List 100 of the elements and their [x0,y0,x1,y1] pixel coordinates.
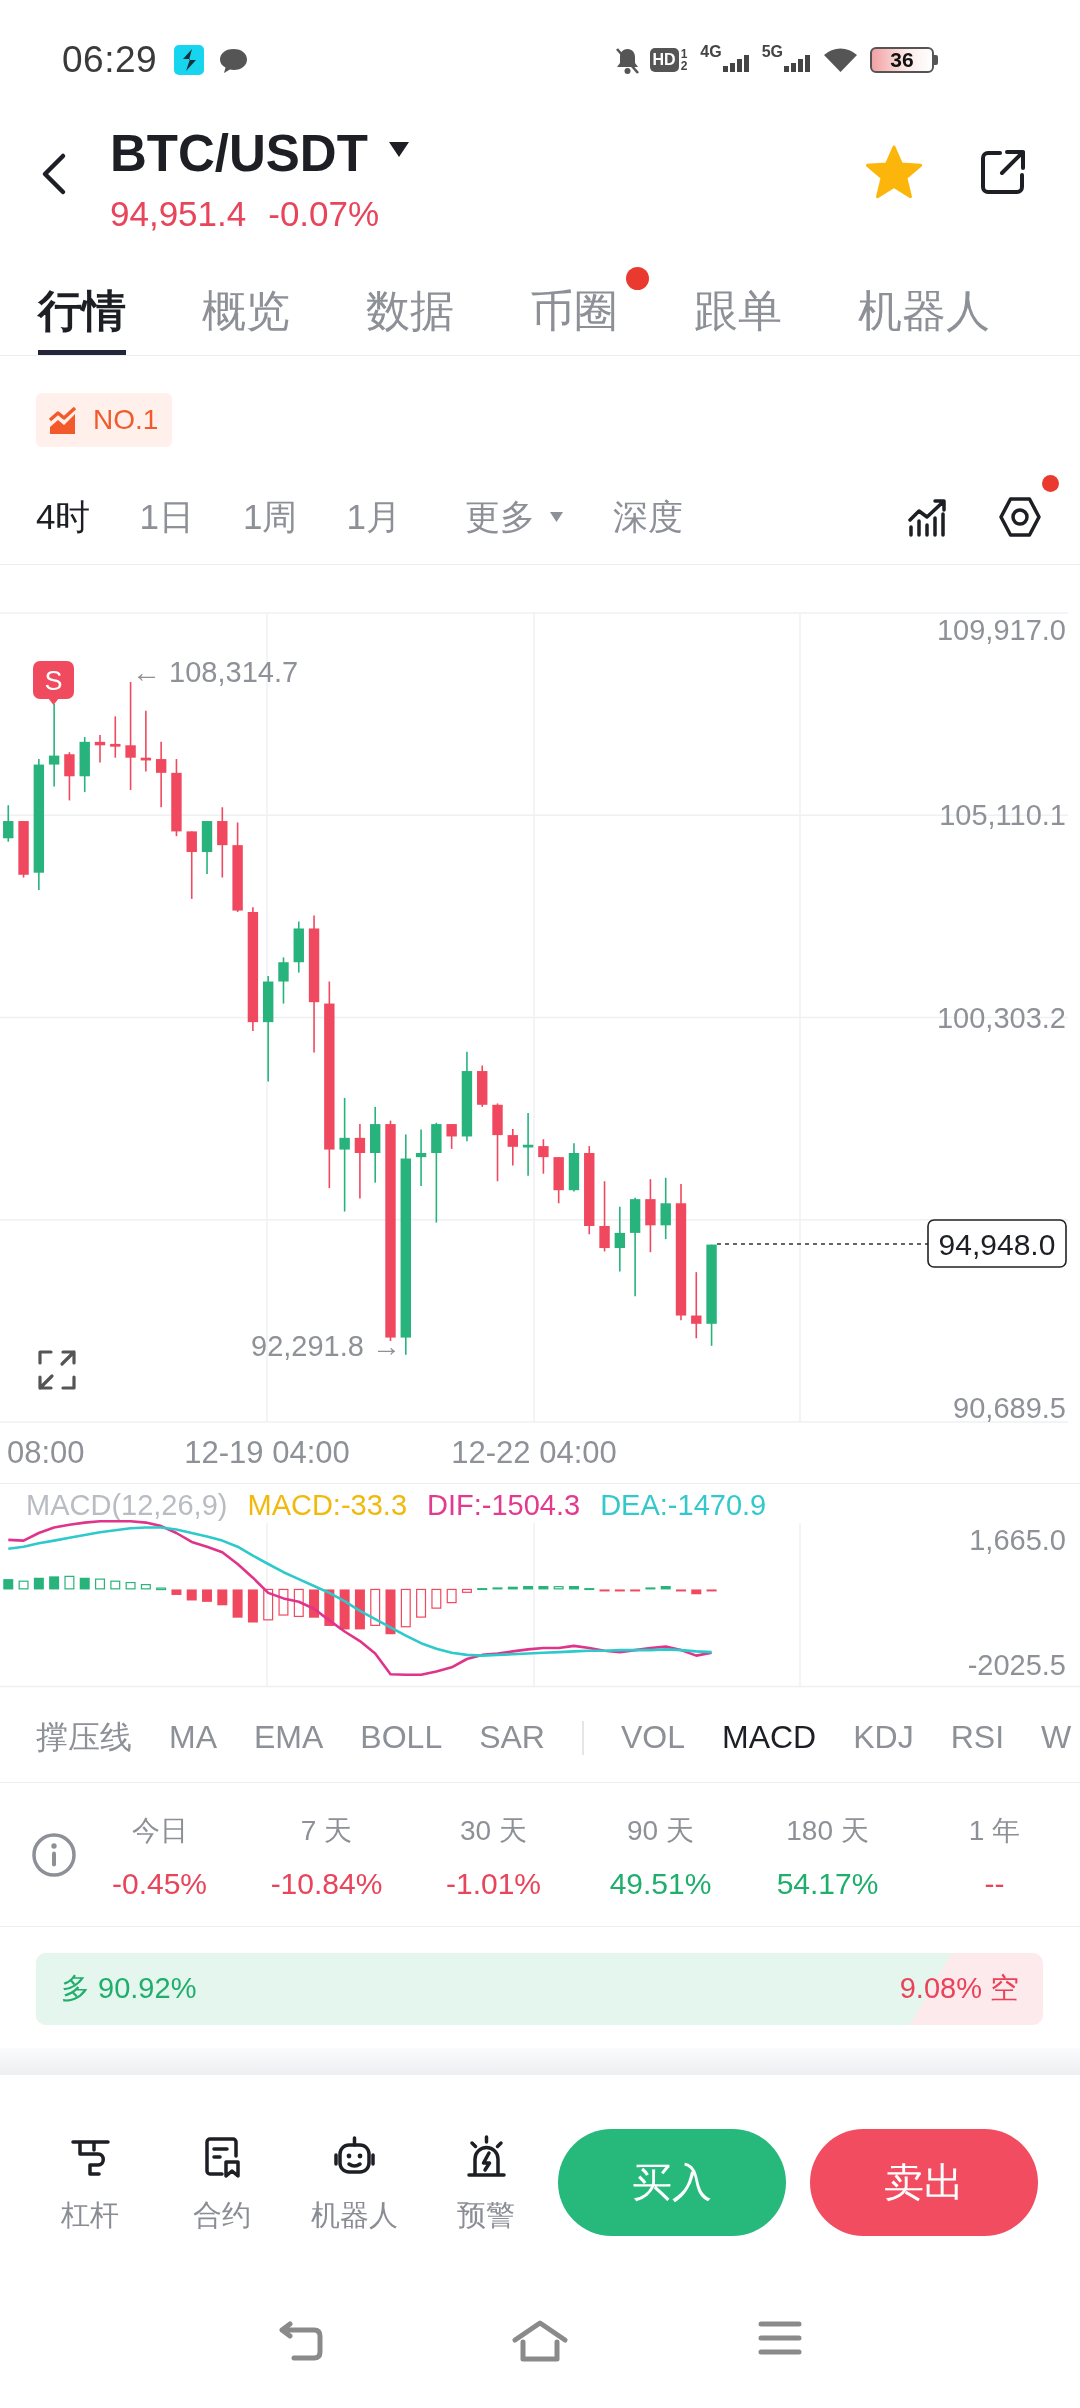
expand-icon[interactable] [38,1350,76,1390]
last-price-tag: 94,948.0 [927,1219,1067,1268]
tab[interactable]: 概览 [202,240,290,355]
period-tab[interactable]: 更多 [464,493,564,541]
period-tab[interactable]: 1月 [346,493,401,541]
histogram-bar [660,1586,671,1590]
histogram-bar [676,1589,686,1592]
tool-button[interactable]: 预警 [426,2075,546,2233]
indicator-tab[interactable]: BOLL [360,1719,443,1756]
histogram-bar [18,1580,29,1590]
low-price-label: 92,291.8 → [251,1330,401,1362]
indicator-tab[interactable]: MACD [722,1719,817,1756]
histogram-bar [354,1589,365,1630]
indicator-tab[interactable]: RSI [950,1719,1004,1756]
candle [415,1128,427,1187]
histogram-bar [446,1588,457,1604]
histogram-bar [630,1589,641,1592]
axis-label: 12-19 04:00 [184,1434,350,1470]
histogram-bar [232,1589,243,1618]
candle [538,1138,549,1175]
candle [293,920,304,974]
axis-label: 100,303.2 [937,1001,1066,1034]
trend-chart-icon [47,404,78,436]
candle [140,710,152,773]
sell-button[interactable]: 卖出 [810,2129,1038,2236]
histogram-bar [568,1586,579,1590]
tool-button[interactable]: 合约 [162,2075,282,2233]
histogram-bar [400,1588,411,1628]
clock-time: 06:29 [62,39,158,81]
chart-icon[interactable] [907,496,948,538]
network-label: 4G [700,44,722,60]
period-tab[interactable]: 1日 [139,493,194,541]
candle [186,830,197,900]
candle [691,1271,702,1340]
period-label: 30 天 [460,1813,527,1848]
indicator-tab[interactable]: EMA [254,1719,324,1756]
histogram-bar [507,1586,518,1590]
rank-label: NO.1 [93,404,159,436]
return-value: -10.84% [270,1865,383,1902]
candle [660,1177,671,1240]
histogram-bar [202,1589,213,1602]
period-tab[interactable]: 深度 [612,493,683,541]
signal-icon [784,54,810,72]
tool-button[interactable]: 机器人 [294,2075,414,2233]
tool-button[interactable]: 杠杆 [30,2075,150,2233]
buy-button[interactable]: 买入 [558,2129,786,2236]
histogram-bar [599,1589,610,1592]
network-label: 5G [761,44,783,60]
indicator-tab[interactable]: KDJ [853,1719,914,1756]
info-icon[interactable] [31,1831,77,1878]
histogram-bar [110,1580,121,1590]
candle [155,741,167,809]
hd-badge: HD [649,48,679,72]
axis-label: 90,689.5 [953,1392,1066,1424]
candle [553,1156,564,1205]
histogram-bar [95,1578,105,1590]
candle [110,715,121,759]
candle [477,1064,488,1108]
return-value: 49.51% [609,1865,712,1902]
candle [201,820,213,875]
star-icon[interactable] [864,144,924,200]
period-tab[interactable]: 1周 [242,493,298,541]
home-icon[interactable] [511,2320,569,2362]
tab[interactable]: 币圈 [530,240,650,355]
tab[interactable]: 数据 [366,240,454,355]
share-icon[interactable] [978,147,1028,197]
period-label: 今日 [131,1813,188,1848]
back-icon[interactable] [40,152,68,196]
axis-label: -2025.5 [967,1649,1066,1681]
indicator-tab[interactable]: VOL [620,1719,685,1756]
histogram-bar [278,1588,289,1616]
candle [3,804,14,843]
menu-icon[interactable] [758,2320,802,2356]
histogram-bar [49,1576,60,1590]
price-change: -0.07% [268,194,380,234]
tab[interactable]: 机器人 [858,240,990,355]
indicator-tab[interactable]: SAR [479,1719,545,1756]
candle [507,1128,518,1167]
histogram-bar [461,1588,472,1593]
tab[interactable]: 行情 [38,240,126,355]
histogram-bar [33,1577,44,1590]
histogram-bar [324,1589,335,1626]
tab[interactable]: 跟单 [694,240,782,355]
pair-title[interactable]: BTC/USDT [110,126,368,182]
sim-slot-label: 1 [680,48,688,60]
indicator-tab[interactable]: W [1041,1719,1072,1756]
histogram-bar [140,1584,151,1590]
axis-label: 08:00 [7,1434,85,1470]
settings-icon[interactable] [997,494,1043,540]
battery-indicator: 36 [870,47,938,73]
histogram-bar [538,1586,549,1590]
histogram-bar [263,1588,274,1621]
caret-down-icon[interactable] [387,140,410,158]
period-tab[interactable]: 4时 [36,493,91,541]
indicator-tab[interactable]: MA [169,1719,217,1756]
short-ratio-label: 9.08% 空 [899,1971,1019,2006]
histogram-bar [370,1588,381,1626]
candle [278,956,289,1005]
indicator-tab[interactable]: 撑压线 [36,1715,132,1760]
candle [614,1205,626,1273]
